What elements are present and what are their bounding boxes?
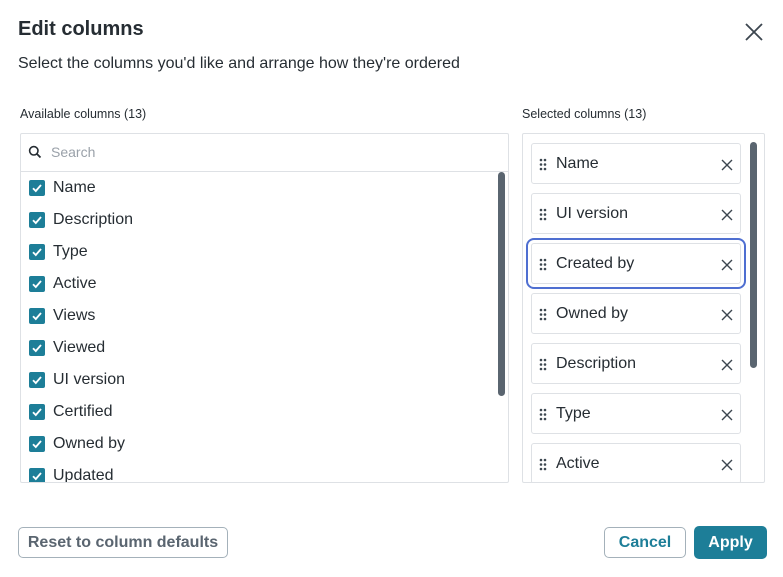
available-columns-panel: Name Description Type Active Views Viewed UI v… <box>20 133 509 483</box>
available-columns-label: Available columns (13) <box>20 107 147 121</box>
checkbox[interactable] <box>29 308 45 324</box>
checkbox[interactable] <box>29 180 45 196</box>
available-column-item[interactable]: Description <box>21 204 508 236</box>
dialog-title: Edit columns <box>18 18 144 40</box>
checkmark-icon <box>32 440 42 449</box>
remove-column-icon[interactable] <box>721 408 733 421</box>
remove-column-icon[interactable] <box>721 308 733 321</box>
checkbox[interactable] <box>29 372 45 388</box>
drag-handle-icon[interactable] <box>539 208 547 221</box>
available-column-item[interactable]: Type <box>21 236 508 268</box>
available-columns-list: Name Description Type Active Views Viewed UI v… <box>21 172 508 483</box>
available-column-label: Updated <box>53 467 114 483</box>
selected-column-label: Owned by <box>556 304 629 322</box>
available-column-label: Name <box>53 179 96 196</box>
checkmark-icon <box>32 472 42 481</box>
dialog-subtitle: Select the columns you'd like and arrang… <box>18 55 460 72</box>
drag-handle-icon[interactable] <box>539 458 547 471</box>
checkmark-icon <box>32 376 42 385</box>
drag-handle-icon[interactable] <box>539 408 547 421</box>
available-column-label: Views <box>53 307 96 324</box>
available-column-label: Description <box>53 211 134 228</box>
remove-column-icon[interactable] <box>721 358 733 371</box>
remove-column-icon[interactable] <box>721 258 733 271</box>
close-icon[interactable] <box>742 20 766 44</box>
selected-column-item[interactable]: Description <box>531 343 741 384</box>
available-column-item[interactable]: Updated <box>21 460 508 483</box>
search-bar <box>21 134 508 172</box>
available-column-label: Owned by <box>53 435 126 452</box>
drag-handle-icon[interactable] <box>539 308 547 321</box>
available-column-item[interactable]: Views <box>21 300 508 332</box>
checkbox[interactable] <box>29 340 45 356</box>
drag-handle-icon[interactable] <box>539 158 547 171</box>
checkmark-icon <box>32 312 42 321</box>
selected-column-item[interactable]: Owned by <box>531 293 741 334</box>
selected-column-label: Description <box>556 354 637 372</box>
search-input[interactable] <box>21 134 508 170</box>
available-column-item[interactable]: Name <box>21 172 508 204</box>
remove-column-icon[interactable] <box>721 208 733 221</box>
available-column-item[interactable]: Owned by <box>21 428 508 460</box>
selected-column-item[interactable]: UI version <box>531 193 741 234</box>
selected-column-label: UI version <box>556 204 629 222</box>
available-list-scrollbar[interactable] <box>498 172 505 396</box>
checkmark-icon <box>32 184 42 193</box>
selected-list-scrollbar[interactable] <box>750 142 757 368</box>
checkmark-icon <box>32 216 42 225</box>
available-column-label: UI version <box>53 371 126 388</box>
selected-column-item[interactable]: Type <box>531 393 741 434</box>
available-column-label: Viewed <box>53 339 106 356</box>
available-column-item[interactable]: Active <box>21 268 508 300</box>
selected-column-label: Created by <box>556 254 635 272</box>
selected-column-item[interactable]: Active <box>531 443 741 482</box>
selected-column-item[interactable]: Name <box>531 143 741 184</box>
available-column-item[interactable]: Viewed <box>21 332 508 364</box>
selected-column-label: Active <box>556 454 600 472</box>
available-column-item[interactable]: UI version <box>21 364 508 396</box>
available-column-label: Certified <box>53 403 113 420</box>
selected-columns-label: Selected columns (13) <box>522 107 647 121</box>
available-column-item[interactable]: Certified <box>21 396 508 428</box>
checkmark-icon <box>32 344 42 353</box>
checkbox[interactable] <box>29 468 45 482</box>
checkbox[interactable] <box>29 404 45 420</box>
reset-to-defaults-button[interactable]: Reset to column defaults <box>18 527 228 558</box>
checkbox[interactable] <box>29 244 45 260</box>
cancel-button[interactable]: Cancel <box>604 527 686 558</box>
remove-column-icon[interactable] <box>721 458 733 471</box>
available-column-label: Active <box>53 275 97 292</box>
remove-column-icon[interactable] <box>721 158 733 171</box>
checkbox[interactable] <box>29 436 45 452</box>
checkmark-icon <box>32 408 42 417</box>
checkbox[interactable] <box>29 212 45 228</box>
selected-columns-panel: Name UI version Created by Owned by Descript… <box>522 133 765 483</box>
selected-column-item[interactable]: Created by <box>526 238 746 289</box>
selected-column-label: Name <box>556 154 599 172</box>
drag-handle-icon[interactable] <box>539 358 547 371</box>
drag-handle-icon[interactable] <box>539 258 547 271</box>
apply-button[interactable]: Apply <box>694 526 767 559</box>
checkmark-icon <box>32 248 42 257</box>
checkmark-icon <box>32 280 42 289</box>
checkbox[interactable] <box>29 276 45 292</box>
available-column-label: Type <box>53 243 88 260</box>
selected-column-label: Type <box>556 404 591 422</box>
